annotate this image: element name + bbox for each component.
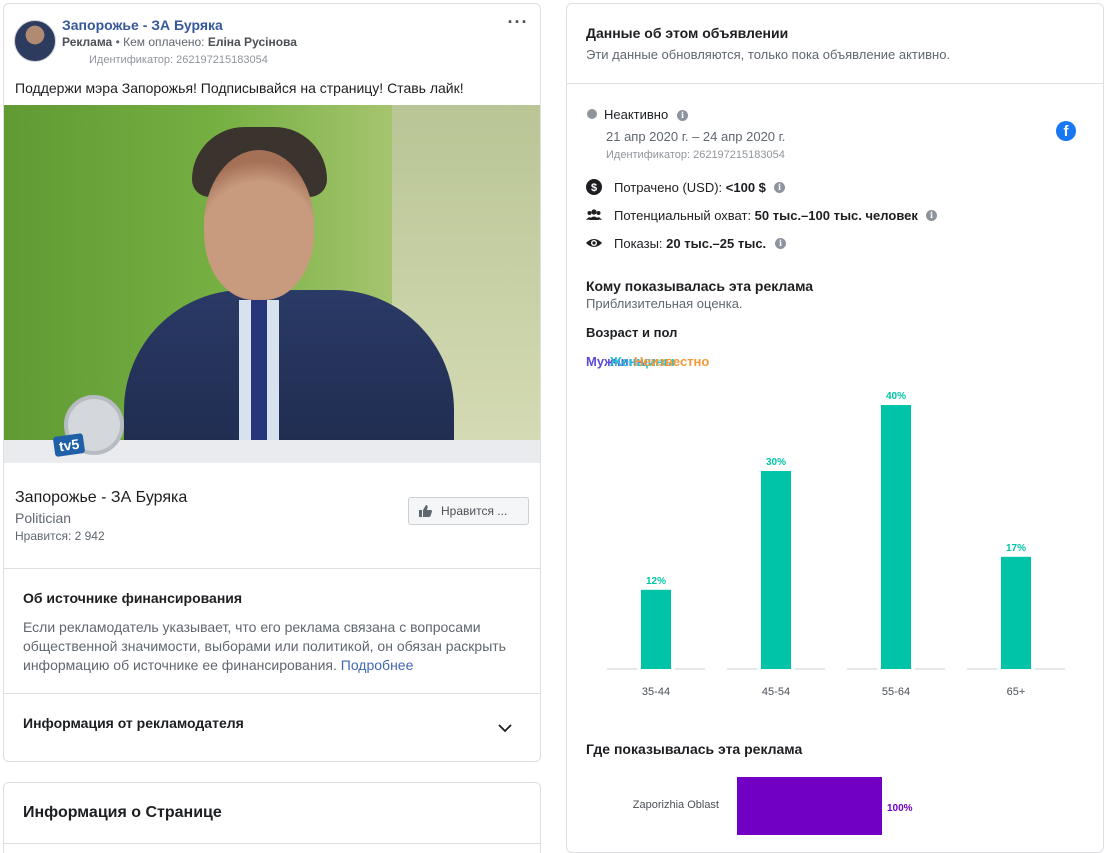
learn-more-link[interactable]: Подробнее (341, 657, 414, 673)
divider (4, 693, 540, 694)
thumbs-up-icon (419, 505, 432, 517)
page-info-card: Информация о Странице (3, 782, 541, 853)
bar-value-label: 12% (646, 576, 666, 587)
info-icon[interactable]: i (774, 182, 785, 193)
region-title: Где показывалась эта реклама (586, 741, 803, 757)
impressions-metric: Показы: 20 тыс.–25 тыс. (614, 236, 767, 251)
page-row-name: Запорожье - ЗА Буряка (15, 489, 188, 506)
bar-45-54[interactable] (761, 471, 791, 669)
funding-section-title: Об источнике финансирования (23, 590, 243, 606)
ad-header: Запорожье - ЗА Буряка Реклама • Кем опла… (4, 4, 540, 74)
region-bar-chart: Zaporizhia Oblast 100% (633, 777, 913, 835)
page-likes-count: Нравится: 2 942 (15, 529, 105, 543)
age-gender-bar-chart: 12% 35-44 30% 45-54 40% 55-64 17% 65+ (607, 391, 1065, 698)
region-value-label: 100% (887, 803, 913, 814)
bar-55-64[interactable] (881, 405, 911, 669)
age-gender-title: Возраст и пол (586, 325, 678, 340)
more-options-button[interactable]: ··· (506, 13, 530, 38)
data-ad-id: Идентификатор: 262197215183054 (606, 149, 785, 161)
dollar-icon: $ (586, 179, 602, 195)
info-icon[interactable]: i (677, 110, 688, 121)
audience-subtitle: Приблизительная оценка. (586, 296, 743, 311)
svg-text:$: $ (591, 182, 597, 194)
region-bar[interactable] (737, 777, 882, 835)
like-button-label: Нравится ... (441, 504, 508, 518)
page-name-link[interactable]: Запорожье - ЗА Буряка (62, 17, 223, 33)
payer-name: Еліна Русінова (207, 35, 297, 49)
region-label: Zaporizhia Oblast (633, 799, 719, 811)
page-category: Politician (15, 510, 72, 526)
info-icon[interactable]: i (926, 210, 937, 221)
page-avatar[interactable] (14, 20, 56, 62)
ad-preview-card: Запорожье - ЗА Буряка Реклама • Кем опла… (3, 3, 541, 762)
data-subtitle: Эти данные обновляются, только пока объя… (586, 47, 951, 62)
ad-creative-image[interactable]: tv5 (4, 105, 540, 463)
reach-metric: Потенциальный охват: 50 тыс.–100 тыс. че… (614, 208, 918, 223)
funding-description: Если рекламодатель указывает, что его ре… (23, 619, 506, 673)
ad-data-card: Данные об этом объявлении Эти данные обн… (566, 3, 1104, 853)
x-tick-label: 45-54 (762, 686, 790, 698)
tv-channel-logo: tv5 (52, 432, 86, 458)
sponsor-line: Реклама • Кем оплачено: Еліна Русінова (62, 35, 297, 49)
bar-65+[interactable] (1001, 556, 1031, 669)
chevron-down-icon[interactable] (497, 720, 513, 736)
page-info-title: Информация о Странице (23, 804, 222, 821)
data-title: Данные об этом объявлении (586, 25, 789, 41)
info-icon[interactable]: i (775, 238, 786, 249)
bar-35-44[interactable] (641, 589, 671, 669)
divider (567, 83, 1103, 84)
sponsored-label: Реклама (62, 35, 113, 49)
x-tick-label: 65+ (1007, 686, 1026, 698)
status-text: Неактивно (604, 107, 669, 122)
x-tick-label: 55-64 (882, 686, 910, 698)
bar-value-label: 30% (766, 457, 786, 468)
divider (4, 843, 540, 844)
facebook-icon: f (1056, 121, 1076, 141)
ad-id: Идентификатор: 262197215183054 (89, 54, 268, 66)
audience-title: Кому показывалась эта реклама (586, 278, 814, 294)
x-tick-label: 35-44 (642, 686, 670, 698)
legend-unknown[interactable]: Неизвестно (634, 354, 709, 369)
paid-by-label: • Кем оплачено: (112, 35, 208, 49)
divider (4, 568, 540, 569)
bar-value-label: 40% (886, 391, 906, 402)
run-dates: 21 апр 2020 г. – 24 апр 2020 г. (606, 129, 786, 144)
eye-icon (586, 239, 602, 247)
bar-value-label: 17% (1006, 543, 1026, 554)
like-page-button[interactable]: Нравится ... (408, 497, 529, 525)
advertiser-info-toggle[interactable]: Информация от рекламодателя (23, 715, 244, 731)
spent-metric: Потрачено (USD): <100 $ (614, 180, 766, 195)
people-icon (586, 209, 602, 220)
ad-body-text: Поддержи мэра Запорожья! Подписывайся на… (15, 80, 464, 96)
status-dot-icon (587, 109, 597, 119)
